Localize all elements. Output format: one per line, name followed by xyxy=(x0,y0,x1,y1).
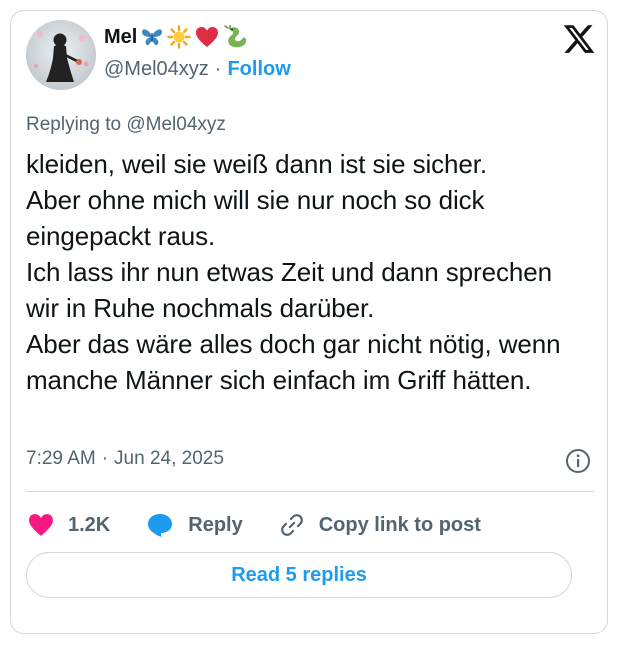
like-count: 1.2K xyxy=(68,513,111,536)
author-name-row: Mel xyxy=(104,25,249,49)
reply-bubble-icon xyxy=(148,514,173,537)
replying-to: Replying to @Mel04xyz xyxy=(26,114,226,136)
timestamp-separator: · xyxy=(101,448,109,469)
author-handle[interactable]: @Mel04xyz xyxy=(104,58,209,81)
action-bar: 1.2K Reply Copy link to post xyxy=(28,512,517,538)
x-logo-icon[interactable] xyxy=(562,22,596,56)
copy-link-button[interactable]: Copy link to post xyxy=(279,512,481,538)
reply-button[interactable]: Reply xyxy=(146,512,243,538)
tweet-timestamp[interactable]: 7:29 AM · Jun 24, 2025 xyxy=(26,448,224,470)
link-icon xyxy=(280,514,303,536)
tweet-time: 7:29 AM xyxy=(26,448,96,469)
reply-label: Reply xyxy=(188,513,243,536)
copy-link-label: Copy link to post xyxy=(318,513,481,536)
like-button[interactable]: 1.2K xyxy=(28,513,110,537)
avatar[interactable] xyxy=(26,20,96,90)
replying-to-label: Replying to xyxy=(26,114,122,135)
separator-dot: · xyxy=(214,58,222,80)
butterfly-icon xyxy=(141,27,163,47)
avatar-image xyxy=(26,20,96,90)
divider xyxy=(26,491,594,492)
tweet-date: Jun 24, 2025 xyxy=(114,448,224,469)
author-handle-row: @Mel04xyz · Follow xyxy=(104,58,291,81)
replying-to-mention[interactable]: @Mel04xyz xyxy=(126,114,226,135)
heart-icon xyxy=(195,26,219,48)
heart-filled-icon xyxy=(29,514,53,536)
info-icon[interactable] xyxy=(565,448,591,474)
tweet-text: kleiden, weil sie weiß dann ist sie sich… xyxy=(26,149,561,395)
sun-icon xyxy=(167,25,192,49)
follow-button[interactable]: Follow xyxy=(227,58,290,81)
dragon-icon xyxy=(223,25,249,49)
read-replies-button[interactable]: Read 5 replies xyxy=(26,552,572,598)
author-name[interactable]: Mel xyxy=(104,26,137,49)
